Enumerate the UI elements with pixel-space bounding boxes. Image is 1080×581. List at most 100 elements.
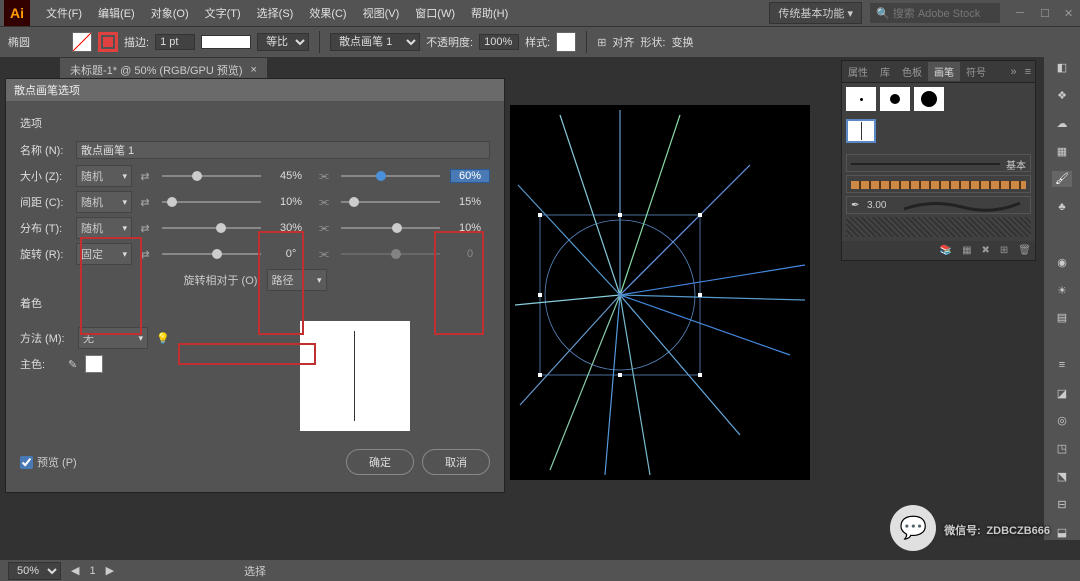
opacity-label: 不透明度: — [426, 34, 473, 50]
shape-label: 椭圆 — [8, 34, 30, 50]
panel-tab-symbols[interactable]: 符号 — [960, 62, 992, 81]
chain-icon[interactable]: ⫘ — [317, 170, 331, 183]
scatter-mode-dropdown[interactable]: 随机 — [76, 217, 132, 239]
artboard-nav[interactable]: 1 — [89, 565, 95, 577]
keycolor-swatch[interactable] — [85, 355, 103, 373]
scatter-row: 分布 (T): 随机 ⇄ 30% ⫘ 10% — [20, 217, 490, 239]
options-section: 选项 — [20, 115, 490, 131]
stroke-weight-input[interactable] — [155, 34, 195, 50]
brush-select[interactable]: 散点画笔 1 — [330, 33, 420, 51]
menu-window[interactable]: 窗口(W) — [407, 5, 463, 21]
brush-thumb-selected[interactable] — [846, 119, 876, 143]
size-row: 大小 (Z): 随机 ⇄ 45% ⫘ 60% — [20, 165, 490, 187]
doc-close-icon[interactable]: × — [251, 64, 257, 76]
library-icon[interactable]: 📚 — [940, 245, 952, 256]
dialog-title: 散点画笔选项 — [6, 79, 504, 101]
size-slider-1[interactable] — [162, 175, 261, 177]
transform-label[interactable]: 变换 — [671, 34, 693, 50]
size-slider-2[interactable] — [341, 175, 440, 177]
ok-button[interactable]: 确定 — [346, 449, 414, 475]
doc-setup-icon[interactable]: ⊞ — [597, 36, 606, 49]
panel-tab-libraries[interactable]: 库 — [874, 62, 896, 81]
link-icon[interactable]: ⇄ — [138, 170, 152, 183]
brush-thumb[interactable] — [914, 87, 944, 111]
appearance-icon[interactable]: ◎ — [1052, 413, 1072, 429]
align-icon[interactable]: ⊟ — [1052, 496, 1072, 512]
stroke-icon[interactable]: ≡ — [1052, 358, 1072, 374]
stroke-sample-basic[interactable]: 基本 — [846, 154, 1031, 172]
eyedropper-icon[interactable]: ✎ — [68, 358, 77, 371]
swatches-icon[interactable]: ▤ — [1052, 310, 1072, 326]
panel-tab-properties[interactable]: 属性 — [842, 62, 874, 81]
close-button[interactable]: ✕ — [1064, 7, 1076, 20]
zoom-select[interactable]: 50% — [8, 562, 61, 580]
nav-next-icon[interactable]: ▶ — [106, 564, 114, 577]
cc-libraries-icon[interactable]: ☁ — [1052, 116, 1072, 132]
nav-prev-icon[interactable]: ◀ — [71, 564, 79, 577]
panel-tab-brushes[interactable]: 画笔 — [928, 62, 960, 81]
spacing-mode-dropdown[interactable]: 随机 — [76, 191, 132, 213]
keycolor-label: 主色: — [20, 356, 60, 372]
maximize-button[interactable]: ☐ — [1040, 7, 1052, 20]
size-mode-dropdown[interactable]: 随机 — [76, 165, 132, 187]
name-label: 名称 (N): — [20, 142, 70, 158]
cancel-button[interactable]: 取消 — [422, 449, 490, 475]
search-input[interactable]: 🔍 搜索 Adobe Stock — [870, 3, 1000, 23]
new-brush-icon[interactable]: ⊞ — [1000, 245, 1008, 256]
menu-edit[interactable]: 编辑(E) — [90, 5, 143, 21]
menu-file[interactable]: 文件(F) — [38, 5, 90, 21]
options-icon[interactable]: ▦ — [962, 245, 971, 256]
stroke-sample-texture[interactable] — [846, 217, 1031, 237]
panel-more-icon[interactable]: » — [1006, 66, 1020, 78]
stroke-sample-pattern[interactable] — [846, 175, 1031, 193]
watermark: 💬 微信号: ZDBCZB666 — [890, 505, 1050, 551]
brush-thumb[interactable] — [846, 87, 876, 111]
method-dropdown[interactable]: 无 — [78, 327, 148, 349]
opacity-input[interactable] — [479, 34, 519, 50]
app-logo: Ai — [4, 0, 30, 26]
align-label[interactable]: 对齐 — [612, 34, 634, 50]
menu-type[interactable]: 文字(T) — [197, 5, 249, 21]
rotation-mode-dropdown[interactable]: 固定 — [76, 243, 132, 265]
delete-icon[interactable]: 🗑 — [1018, 245, 1031, 256]
stroke-swatch[interactable] — [98, 32, 118, 52]
brush-name-input[interactable] — [76, 141, 490, 159]
menu-effect[interactable]: 效果(C) — [301, 5, 354, 21]
layers-icon[interactable]: ❖ — [1052, 88, 1072, 104]
menu-select[interactable]: 选择(S) — [249, 5, 302, 21]
uniform-select[interactable]: 等比 — [257, 33, 309, 51]
menu-help[interactable]: 帮助(H) — [463, 5, 516, 21]
brushes-icon[interactable]: 🖌 — [1052, 171, 1072, 187]
stroke-profile[interactable] — [201, 35, 251, 49]
menu-object[interactable]: 对象(O) — [143, 5, 197, 21]
gradient-icon[interactable]: ☀ — [1052, 282, 1072, 298]
stroke-label: 描边: — [124, 34, 149, 50]
preview-checkbox[interactable]: 预览 (P) — [20, 454, 77, 470]
artwork — [510, 105, 810, 480]
transparency-icon[interactable]: ◪ — [1052, 385, 1072, 401]
pathfinder-icon[interactable]: ⬓ — [1052, 524, 1072, 540]
artboard-canvas[interactable] — [510, 105, 810, 480]
minimize-button[interactable]: ─ — [1016, 7, 1028, 20]
color-icon[interactable]: ◉ — [1052, 254, 1072, 270]
lightbulb-icon[interactable]: 💡 — [156, 332, 170, 345]
properties-icon[interactable]: ◧ — [1052, 60, 1072, 76]
tool-label: 选择 — [244, 563, 266, 579]
panel-menu-icon[interactable]: ≡ — [1021, 66, 1035, 78]
symbols-icon[interactable]: ♣ — [1052, 199, 1072, 215]
wechat-icon: 💬 — [890, 505, 936, 551]
stroke-sample-calligraphic[interactable]: ✒ 3.00 — [846, 196, 1031, 214]
menu-view[interactable]: 视图(V) — [355, 5, 408, 21]
panel-tab-swatches[interactable]: 色板 — [896, 62, 928, 81]
style-swatch[interactable] — [556, 32, 576, 52]
transform-icon[interactable]: ⬔ — [1052, 469, 1072, 485]
shapes-label[interactable]: 形状: — [640, 34, 665, 50]
remove-stroke-icon[interactable]: ✖ — [982, 245, 990, 256]
fill-swatch[interactable] — [72, 32, 92, 52]
rotate-relative-dropdown[interactable]: 路径 — [267, 269, 327, 291]
graphic-styles-icon[interactable]: ◳ — [1052, 441, 1072, 457]
style-label: 样式: — [525, 34, 550, 50]
brush-thumb[interactable] — [880, 87, 910, 111]
workspace-dropdown[interactable]: 传统基本功能 ▾ — [769, 2, 862, 24]
artboards-icon[interactable]: ▦ — [1052, 143, 1072, 159]
